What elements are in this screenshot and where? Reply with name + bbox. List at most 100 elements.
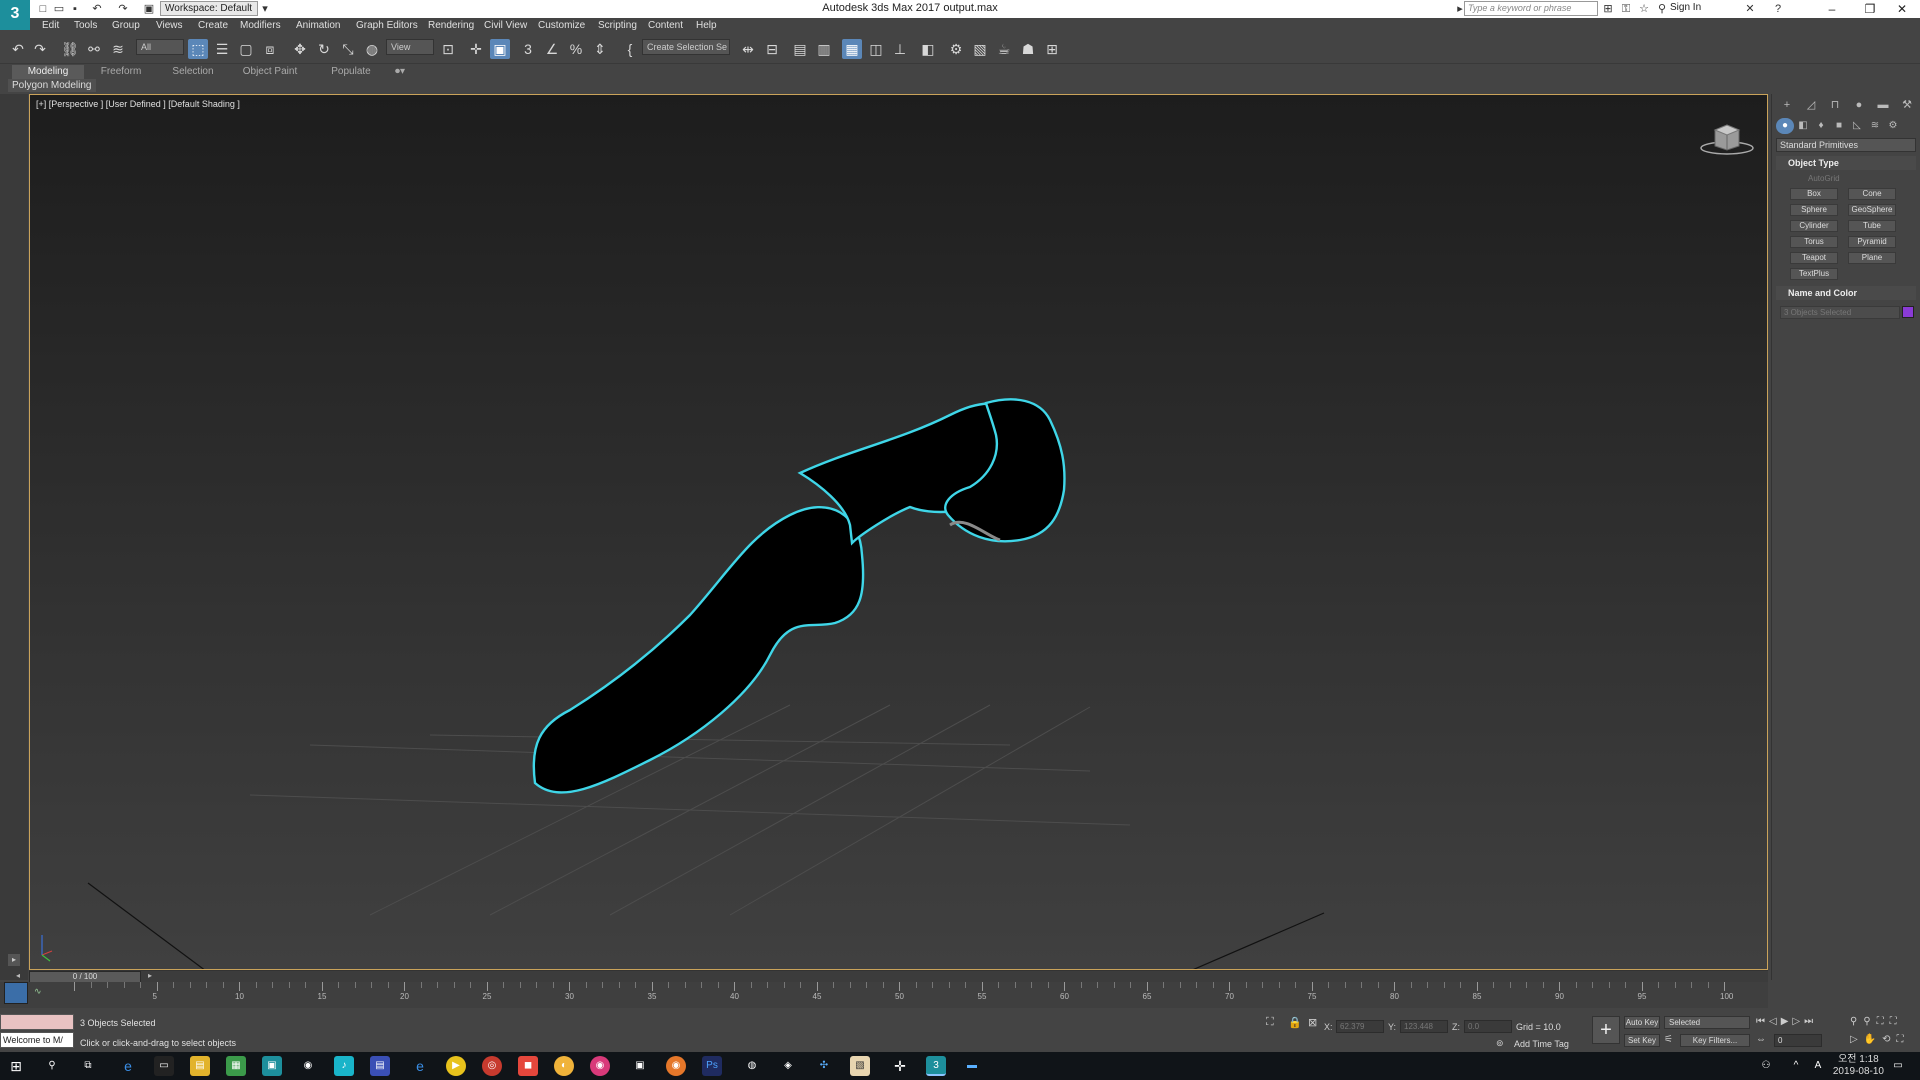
menu-graph-editors[interactable]: Graph Editors	[356, 20, 418, 31]
tube-button[interactable]: Tube	[1848, 220, 1896, 232]
key-selected-dropdown[interactable]: Selected	[1664, 1016, 1750, 1029]
rendered-frame-icon[interactable]: ▧	[970, 39, 990, 59]
select-object-icon[interactable]: ⬚	[188, 39, 208, 59]
app-logo[interactable]: 3	[0, 0, 30, 30]
set-key-big-icon[interactable]: +	[1592, 1016, 1620, 1044]
app-icon-4[interactable]: ♪	[334, 1056, 354, 1076]
maxscript-listener-pink[interactable]	[0, 1014, 74, 1030]
people-icon[interactable]: ⚇	[1756, 1056, 1776, 1076]
tab-object-paint[interactable]: Object Paint	[234, 65, 306, 79]
object-name-field[interactable]: 3 Objects Selected	[1780, 306, 1900, 319]
spacewarps-icon[interactable]: ≋	[1866, 118, 1884, 134]
favorites-icon[interactable]: ☆	[1636, 1, 1652, 17]
exchange-icon[interactable]: ✕	[1742, 1, 1758, 17]
rotate-icon[interactable]: ↻	[314, 39, 334, 59]
lock-selection-icon[interactable]: 🔒	[1288, 1016, 1302, 1029]
menu-tools[interactable]: Tools	[74, 20, 97, 31]
undo-icon[interactable]: ↶	[90, 2, 104, 16]
box-button[interactable]: Box	[1790, 188, 1838, 200]
tab-freeform[interactable]: Freeform	[86, 65, 156, 79]
bind-spacewarp-icon[interactable]: ≋	[108, 39, 128, 59]
x-coordinate-field[interactable]: 62.379	[1336, 1020, 1384, 1033]
app-icon-10[interactable]: ▣	[630, 1056, 650, 1076]
frame-ruler[interactable]: 5 10 15 20 25 30 35 40 45 50 55 60 65 70 75 80 85 90 95 100	[74, 982, 1733, 1008]
material-editor-icon[interactable]: ◧	[918, 39, 938, 59]
qa-overflow-icon[interactable]: ▾	[258, 2, 272, 16]
menu-help[interactable]: Help	[696, 20, 717, 31]
app-icon-8[interactable]: ◐	[554, 1056, 574, 1076]
app-icon-13[interactable]: ✣	[814, 1056, 834, 1076]
viewport-nav-controls-2[interactable]: ▷✋⟲⛶	[1850, 1034, 1910, 1045]
close-button[interactable]: ✕	[1880, 0, 1920, 18]
scale-icon[interactable]: ⤡	[338, 39, 358, 59]
placement-icon[interactable]: ◍	[362, 39, 382, 59]
subscription-icon[interactable]: ⚿	[1618, 1, 1634, 17]
selection-filter-dropdown[interactable]: All	[136, 39, 184, 55]
primitive-category-dropdown[interactable]: Standard Primitives	[1776, 138, 1916, 152]
search-icon[interactable]: ⚲	[42, 1056, 62, 1076]
sphere-button[interactable]: Sphere	[1790, 204, 1838, 216]
modify-tab-icon[interactable]: ◿	[1802, 97, 1820, 113]
app-icon-15[interactable]: ✛	[890, 1056, 910, 1076]
photoshop-icon[interactable]: Ps	[702, 1056, 722, 1076]
maxscript-listener[interactable]: Welcome to M/	[0, 1032, 74, 1048]
mirror-icon[interactable]: ⇹	[738, 39, 758, 59]
binoculars-icon[interactable]: ⊞	[1600, 1, 1616, 17]
menu-views[interactable]: Views	[156, 20, 183, 31]
absolute-mode-icon[interactable]: ⊠	[1308, 1016, 1317, 1029]
save-icon[interactable]: ▪	[68, 2, 82, 16]
helpers-icon[interactable]: ◺	[1848, 118, 1866, 134]
project-icon[interactable]: ▣	[142, 2, 156, 16]
app-icon-5[interactable]: ▤	[370, 1056, 390, 1076]
new-file-icon[interactable]: □	[36, 2, 50, 16]
current-frame-field[interactable]: 0	[1774, 1034, 1822, 1047]
app-icon-6[interactable]: ▶	[446, 1056, 466, 1076]
app-icon-14[interactable]: ▧	[850, 1056, 870, 1076]
undo-icon[interactable]: ↶	[8, 39, 28, 59]
utilities-tab-icon[interactable]: ⚒	[1898, 97, 1916, 113]
align-icon[interactable]: ⊟	[762, 39, 782, 59]
open-file-icon[interactable]: ▭	[52, 2, 66, 16]
autogrid-checkbox[interactable]: AutoGrid	[1808, 174, 1840, 183]
keyboard-shortcut-icon[interactable]: ▣	[490, 39, 510, 59]
tray-overflow-icon[interactable]: ^	[1786, 1056, 1806, 1076]
key-tangent-icon[interactable]: ⚟	[1664, 1034, 1673, 1045]
workspace-dropdown[interactable]: Workspace: Default	[160, 1, 258, 16]
cone-button[interactable]: Cone	[1848, 188, 1896, 200]
redo-icon[interactable]: ↷	[30, 39, 50, 59]
taskbar-clock[interactable]: 오전 1:18 2019-08-10	[1833, 1054, 1884, 1078]
rect-selection-icon[interactable]: ▢	[236, 39, 256, 59]
render-setup-icon[interactable]: ⚙	[946, 39, 966, 59]
curve-editor-icon[interactable]: ◫	[866, 39, 886, 59]
pivot-center-icon[interactable]: ⊡	[438, 39, 458, 59]
menu-customize[interactable]: Customize	[538, 20, 585, 31]
help-icon[interactable]: ?	[1770, 1, 1786, 17]
menu-create[interactable]: Create	[198, 20, 228, 31]
angle-snap-icon[interactable]: ∠	[542, 39, 562, 59]
redo-icon[interactable]: ↷	[116, 2, 130, 16]
key-filters-button[interactable]: Key Filters...	[1680, 1034, 1750, 1047]
time-slider[interactable]: 0 / 100 ◂ ▸	[16, 970, 1768, 983]
ie-icon[interactable]: e	[410, 1056, 430, 1076]
scene-explorer-icon[interactable]: ▤	[790, 39, 810, 59]
file-explorer-icon[interactable]: ▤	[190, 1056, 210, 1076]
task-view-icon[interactable]: ⧉	[78, 1056, 98, 1076]
forearm-mesh[interactable]	[532, 505, 865, 794]
edge-icon[interactable]: e	[118, 1056, 138, 1076]
selection-set-dropdown[interactable]: Create Selection Se	[642, 39, 730, 55]
snap-toggle-icon[interactable]: 3	[518, 39, 538, 59]
auto-key-button[interactable]: Auto Key	[1624, 1016, 1660, 1029]
menu-modifiers[interactable]: Modifiers	[240, 20, 281, 31]
render-iterative-icon[interactable]: ☗	[1018, 39, 1038, 59]
start-icon[interactable]: ⊞	[6, 1056, 26, 1076]
menu-edit[interactable]: Edit	[42, 20, 59, 31]
sign-in-link[interactable]: Sign In	[1670, 2, 1701, 13]
firefox-icon[interactable]: ◉	[666, 1056, 686, 1076]
window-crossing-icon[interactable]: ⧈	[260, 39, 280, 59]
menu-animation[interactable]: Animation	[296, 20, 340, 31]
terminal-icon[interactable]: ▭	[154, 1056, 174, 1076]
geometry-icon[interactable]: ●	[1776, 118, 1794, 134]
cameras-icon[interactable]: ■	[1830, 118, 1848, 134]
y-coordinate-field[interactable]: 123.448	[1400, 1020, 1448, 1033]
create-tab-icon[interactable]: +	[1778, 97, 1796, 113]
